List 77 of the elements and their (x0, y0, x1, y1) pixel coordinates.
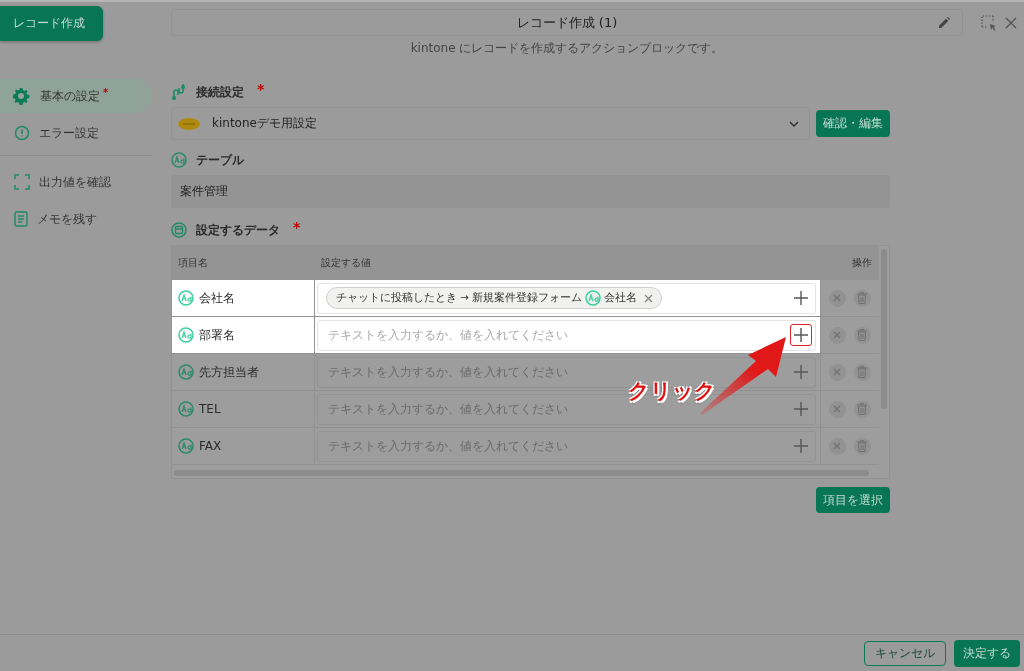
sidebar-item[interactable]: 出力値を確認 (0, 165, 152, 199)
field-name-cell: 会社名 (172, 280, 315, 316)
close-icon (833, 405, 841, 413)
section-heading: 接続設定 (196, 83, 244, 101)
chip-source-text: チャットに投稿したとき → 新規案件登録フォーム (336, 291, 583, 305)
value-chip[interactable]: チャットに投稿したとき → 新規案件登録フォーム 会社名 (326, 287, 663, 309)
column-header: 設定する値 (321, 256, 371, 270)
required-mark: * (103, 87, 109, 98)
close-icon (1005, 16, 1017, 29)
trash-icon (857, 403, 867, 415)
section-heading: テーブル (196, 151, 244, 169)
trash-icon (857, 366, 867, 378)
clear-button[interactable] (828, 400, 846, 418)
delete-button[interactable] (853, 363, 871, 381)
close-button[interactable] (1005, 16, 1017, 29)
close-icon (833, 294, 841, 302)
confirm-edit-button[interactable]: 確認・編集 (816, 110, 890, 137)
text-type-icon (171, 152, 187, 168)
action-block-button[interactable]: レコード作成 (0, 6, 103, 41)
table-name-field: 案件管理 (171, 175, 890, 208)
column-header: 項目名 (178, 256, 208, 270)
gear-icon (11, 86, 31, 106)
delete-button[interactable] (853, 326, 871, 344)
plus-icon (794, 328, 808, 342)
title-field[interactable]: レコード作成 (1) (171, 9, 963, 36)
clear-button[interactable] (828, 326, 846, 344)
clear-button[interactable] (828, 363, 846, 381)
text-type-icon (178, 290, 194, 306)
field-name-cell: FAX (172, 428, 315, 464)
delete-button[interactable] (853, 437, 871, 455)
value-field[interactable]: チャットに投稿したとき → 新規案件登録フォーム 会社名 (317, 282, 816, 314)
pencil-icon (938, 16, 950, 29)
frame-icon (14, 174, 30, 190)
trash-icon (857, 440, 867, 452)
trash-icon (857, 292, 867, 304)
text-type-icon (178, 438, 194, 454)
field-name-cell: 先方担当者 (172, 354, 315, 390)
close-icon (833, 331, 841, 339)
clear-button[interactable] (828, 437, 846, 455)
clear-button[interactable] (828, 289, 846, 307)
dotted-select-icon (981, 14, 997, 31)
description-text: kintone にレコードを作成するアクションブロックです。 (409, 40, 725, 57)
chip-field-text: 会社名 (604, 291, 638, 305)
alert-icon (14, 125, 30, 141)
sidebar-item[interactable]: メモを残す (0, 202, 152, 236)
close-icon (833, 368, 841, 376)
required-mark: * (257, 81, 265, 97)
plus-icon (794, 439, 808, 453)
table-icon (171, 222, 187, 238)
submit-button[interactable]: 決定する (954, 639, 1020, 667)
text-type-icon (178, 364, 194, 380)
text-type-icon (585, 290, 602, 306)
column-header: 操作 (852, 256, 872, 270)
memo-icon (14, 211, 28, 227)
plug-icon (171, 83, 187, 101)
plus-icon (794, 291, 808, 305)
select-fields-button[interactable]: 項目を選択 (816, 487, 890, 513)
field-name-cell: TEL (172, 391, 315, 427)
remove-icon (644, 293, 654, 303)
section-heading: 設定するデータ (196, 221, 280, 239)
sidebar-item[interactable]: エラー設定 (0, 116, 152, 150)
delete-button[interactable] (853, 289, 871, 307)
delete-button[interactable] (853, 400, 871, 418)
required-mark: * (293, 219, 301, 235)
selection-tool-button[interactable] (981, 14, 997, 31)
text-type-icon (178, 401, 194, 417)
sidebar-item[interactable]: 基本の設定 * (0, 79, 152, 113)
close-icon (833, 442, 841, 450)
chevron-down-icon (789, 120, 799, 127)
add-value-button[interactable] (790, 324, 812, 346)
plus-icon (794, 402, 808, 416)
text-type-icon (178, 327, 194, 343)
plus-icon (794, 365, 808, 379)
trash-icon (857, 329, 867, 341)
cancel-button[interactable]: キャンセル (864, 640, 946, 666)
field-name-cell: 部署名 (172, 317, 315, 353)
connection-select[interactable]: kintoneデモ用設定 (171, 107, 810, 140)
